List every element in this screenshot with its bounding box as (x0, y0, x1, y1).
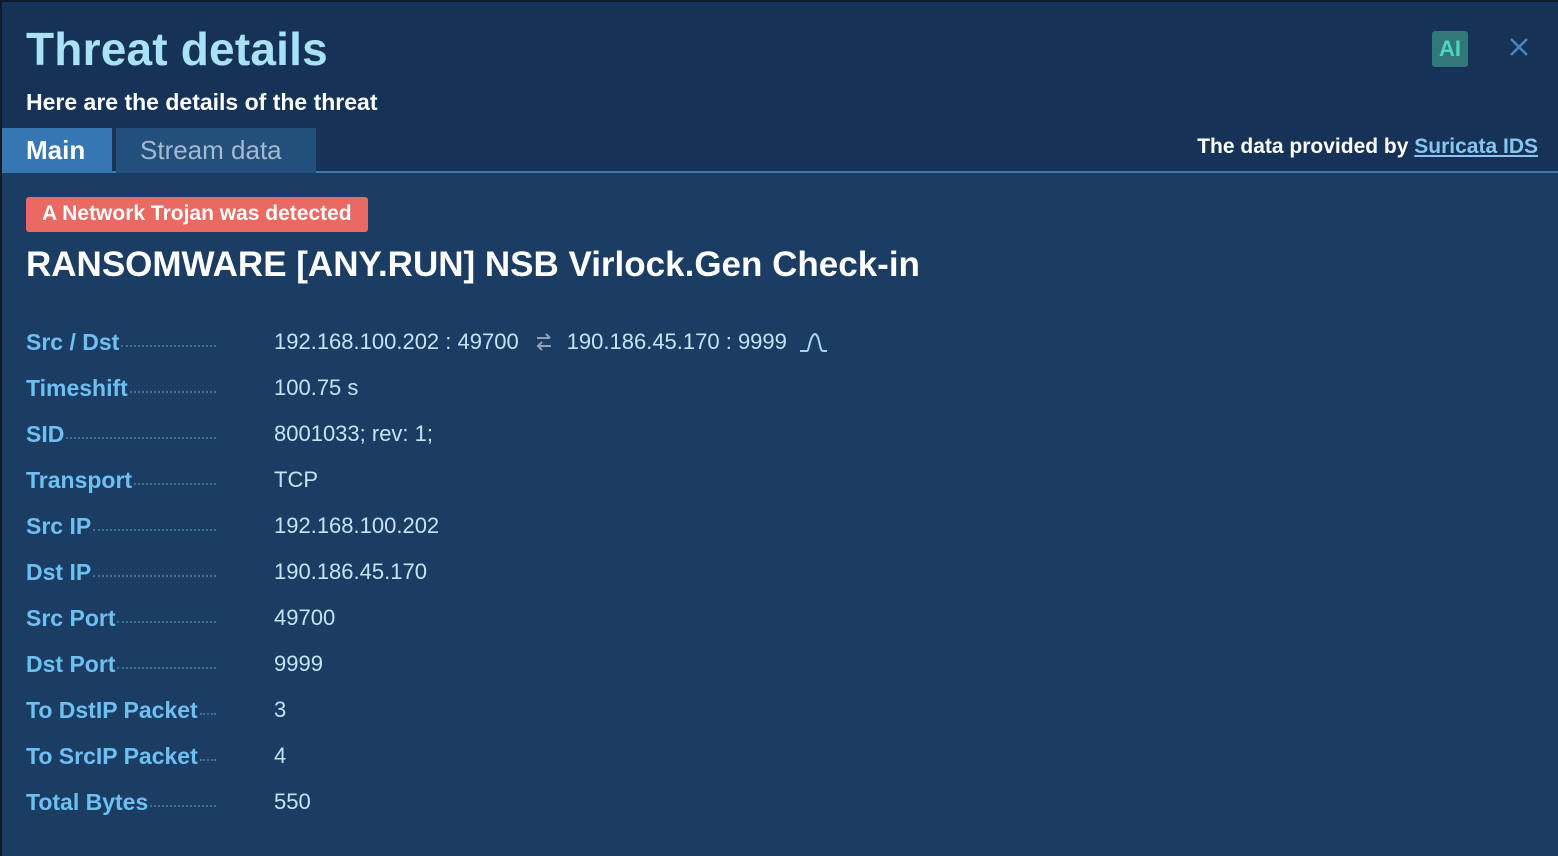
dotted-leader (150, 804, 216, 807)
dotted-leader (134, 482, 216, 485)
signal-pulse-icon[interactable] (799, 331, 829, 353)
detail-row: SID 8001033; rev: 1; (26, 411, 1534, 457)
dotted-leader (117, 620, 216, 623)
tab-main[interactable]: Main (2, 128, 112, 173)
close-icon (1510, 38, 1528, 56)
detail-value: 3 (274, 697, 287, 722)
detail-label: Transport (26, 466, 133, 493)
detail-label: Src / Dst (26, 328, 120, 355)
detail-row: To DstIP Packet 3 (26, 687, 1534, 733)
details-list: Src / Dst 192.168.100.202 : 49700 190.18… (26, 319, 1534, 825)
detail-label: Src Port (26, 604, 116, 631)
tab-stream-data[interactable]: Stream data (116, 128, 316, 173)
detail-label: SID (26, 420, 65, 447)
detail-row: Total Bytes 550 (26, 779, 1534, 825)
suricata-link[interactable]: Suricata IDS (1414, 135, 1538, 158)
provided-prefix: The data provided by (1197, 135, 1409, 158)
src-dst-value: 192.168.100.202 : 49700 190.186.45.170 :… (274, 329, 829, 355)
tab-bar: Main Stream data (2, 128, 316, 173)
detail-value: 8001033; rev: 1; (274, 421, 434, 446)
dotted-leader (66, 436, 216, 439)
dotted-leader (199, 712, 216, 715)
detail-label: Dst IP (26, 558, 92, 585)
detail-value: 550 (274, 789, 311, 814)
detail-label: Timeshift (26, 374, 128, 401)
detail-value: 192.168.100.202 (274, 513, 440, 538)
detail-label: Total Bytes (26, 788, 149, 815)
ai-button[interactable]: AI (1432, 31, 1468, 67)
src-endpoint: 192.168.100.202 : 49700 (274, 329, 519, 354)
detail-row: Dst IP 190.186.45.170 (26, 549, 1534, 595)
detail-value: 4 (274, 743, 287, 768)
detail-label: To SrcIP Packet (26, 742, 198, 769)
data-provider: The data provided by Suricata IDS (1197, 135, 1538, 159)
detail-row-src-dst: Src / Dst 192.168.100.202 : 49700 190.18… (26, 319, 1534, 365)
detail-value: TCP (274, 467, 318, 492)
detail-row: Timeshift 100.75 s (26, 365, 1534, 411)
modal-title: Threat details (26, 23, 328, 75)
dotted-leader (121, 344, 216, 347)
dotted-leader (93, 528, 216, 531)
swap-arrows-icon (535, 332, 553, 352)
modal-subtitle: Here are the details of the threat (26, 89, 378, 115)
detail-value: 49700 (274, 605, 336, 630)
detail-value: 100.75 s (274, 375, 359, 400)
detail-row: Src IP 192.168.100.202 (26, 503, 1534, 549)
detail-label: Dst Port (26, 650, 116, 677)
detail-value: 190.186.45.170 (274, 559, 427, 584)
dotted-leader (117, 666, 216, 669)
dotted-leader (199, 758, 216, 761)
main-content: A Network Trojan was detected RANSOMWARE… (2, 173, 1558, 825)
detail-label: Src IP (26, 512, 92, 539)
dotted-leader (93, 574, 216, 577)
detail-label: To DstIP Packet (26, 696, 198, 723)
dotted-leader (129, 390, 216, 393)
modal-header: Threat details Here are the details of t… (2, 2, 1558, 173)
alert-category-badge: A Network Trojan was detected (26, 197, 368, 232)
dst-endpoint: 190.186.45.170 : 9999 (566, 329, 787, 354)
threat-name: RANSOMWARE [ANY.RUN] NSB Virlock.Gen Che… (26, 245, 920, 284)
ai-label: AI (1439, 36, 1461, 61)
threat-details-modal: Threat details Here are the details of t… (2, 2, 1558, 856)
detail-row: Src Port 49700 (26, 595, 1534, 641)
close-button[interactable] (1504, 32, 1534, 62)
detail-row: Dst Port 9999 (26, 641, 1534, 687)
detail-value: 9999 (274, 651, 323, 676)
detail-row: Transport TCP (26, 457, 1534, 503)
detail-row: To SrcIP Packet 4 (26, 733, 1534, 779)
